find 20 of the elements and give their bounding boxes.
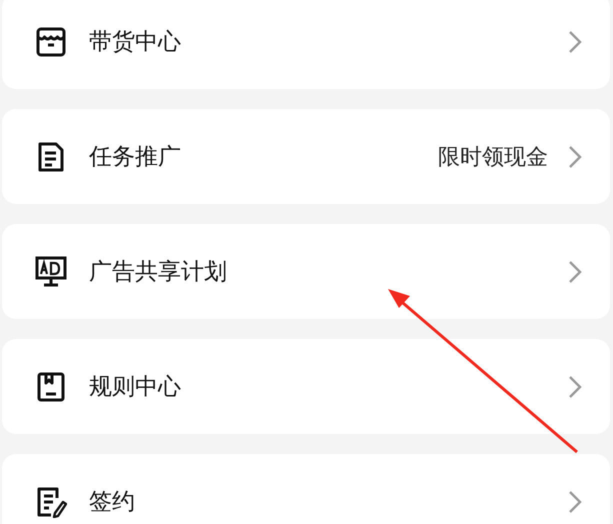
menu-label: 规则中心 [89, 373, 182, 402]
menu-label: 广告共享计划 [89, 258, 228, 287]
menu-label: 任务推广 [89, 143, 182, 172]
chevron-right-icon [568, 144, 582, 168]
promo-note: 限时领现金 [438, 144, 548, 172]
ad-monitor-icon [35, 256, 67, 288]
shop-icon [35, 26, 67, 58]
menu-item[interactable]: 带货中心 [2, 0, 610, 89]
chevron-right-icon [568, 260, 582, 284]
menu-item[interactable]: 任务推广 限时领现金 [2, 109, 610, 204]
chevron-right-icon [568, 374, 582, 398]
bookmark-page-icon [35, 370, 67, 402]
menu-label: 带货中心 [89, 28, 182, 57]
chevron-right-icon [568, 30, 582, 54]
document-pen-icon [35, 486, 67, 518]
menu-item[interactable]: 签约 [2, 454, 610, 524]
chevron-right-icon [568, 490, 582, 514]
menu-label: 签约 [89, 488, 136, 517]
menu-item[interactable]: 规则中心 [2, 339, 610, 434]
menu-item[interactable]: 广告共享计划 [2, 224, 610, 319]
